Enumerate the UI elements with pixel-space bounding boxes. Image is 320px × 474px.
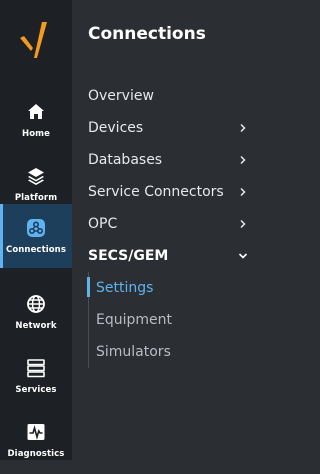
active-indicator (0, 204, 3, 268)
sub-item-label: Equipment (96, 312, 172, 328)
pulse-icon (27, 424, 45, 440)
active-indicator (87, 277, 90, 297)
server-icon (27, 359, 45, 378)
rail-label: Home (22, 129, 50, 139)
nav-item-opc[interactable]: OPC (88, 210, 252, 238)
nav-item-secs-gem[interactable]: SECS/GEM (88, 242, 252, 270)
home-icon (28, 104, 44, 119)
connections-panel: Connections Overview Devices Databases S… (72, 0, 264, 460)
nav-item-label: SECS/GEM (88, 248, 169, 264)
chevron-right-icon (240, 123, 246, 133)
sub-item-settings[interactable]: Settings (96, 274, 153, 302)
sub-item-simulators[interactable]: Simulators (96, 338, 171, 366)
nav-item-label: OPC (88, 216, 118, 232)
rail-item-diagnostics[interactable]: Diagnostics (0, 410, 72, 474)
connections-icon (27, 219, 45, 237)
side-rail: Home Platform Connections Network Servic… (0, 0, 72, 460)
nav-item-devices[interactable]: Devices (88, 114, 252, 142)
sub-item-label: Settings (96, 280, 154, 296)
nav-item-label: Devices (88, 120, 144, 136)
rail-item-connections[interactable]: Connections (0, 204, 72, 268)
nav-item-service-connectors[interactable]: Service Connectors (88, 178, 252, 206)
globe-icon (27, 295, 45, 313)
nav-item-overview[interactable]: Overview (88, 82, 252, 110)
logo-icon (20, 22, 47, 58)
rail-item-home[interactable]: Home (0, 90, 72, 154)
rail-label: Services (15, 385, 57, 395)
chevron-right-icon (240, 219, 246, 229)
nav-item-label: Service Connectors (88, 184, 224, 200)
nav-item-label: Overview (88, 88, 154, 104)
sub-item-label: Simulators (96, 344, 171, 360)
sub-item-equipment[interactable]: Equipment (96, 306, 172, 334)
rail-item-network[interactable]: Network (0, 282, 72, 346)
chevron-right-icon (240, 155, 246, 165)
nav-item-databases[interactable]: Databases (88, 146, 252, 174)
chevron-down-icon (238, 253, 248, 259)
layers-icon (28, 168, 44, 185)
rail-label: Network (15, 321, 57, 331)
chevron-right-icon (240, 187, 246, 197)
rail-label: Connections (5, 245, 66, 255)
nav-item-label: Databases (88, 152, 163, 168)
panel-title: Connections (88, 24, 206, 44)
rail-label: Platform (14, 193, 58, 203)
rail-item-services[interactable]: Services (0, 346, 72, 410)
rail-label: Diagnostics (7, 449, 65, 459)
